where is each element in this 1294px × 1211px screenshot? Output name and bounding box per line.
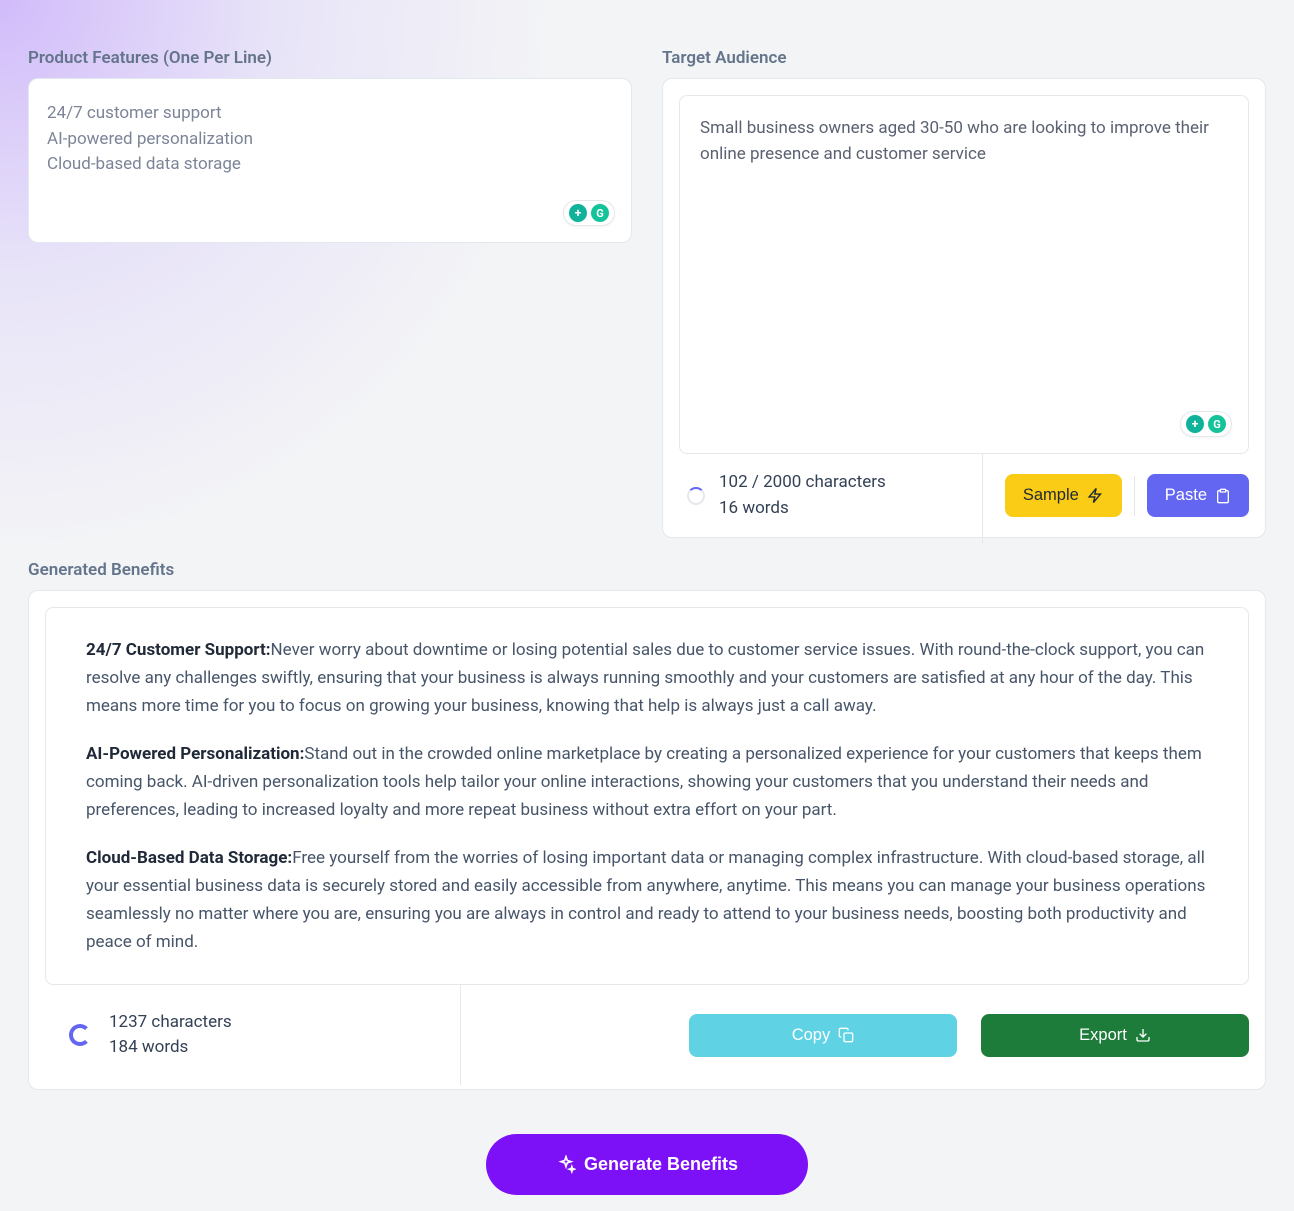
spinner-icon bbox=[687, 487, 705, 505]
grammarly-plus-icon bbox=[569, 204, 587, 222]
copy-icon bbox=[838, 1027, 854, 1043]
audience-char-count: 102 / 2000 characters bbox=[719, 470, 886, 496]
paste-button[interactable]: Paste bbox=[1147, 474, 1249, 517]
generated-content: 24/7 Customer Support:Never worry about … bbox=[45, 607, 1249, 985]
progress-ring-icon bbox=[69, 1024, 91, 1046]
generated-item: Cloud-Based Data Storage:Free yourself f… bbox=[86, 844, 1208, 956]
sparkle-icon bbox=[556, 1155, 576, 1175]
grammarly-widget[interactable] bbox=[1180, 411, 1232, 437]
generated-panel: 24/7 Customer Support:Never worry about … bbox=[28, 590, 1266, 1090]
audience-label: Target Audience bbox=[662, 48, 1266, 68]
export-label: Export bbox=[1079, 1026, 1127, 1045]
audience-word-count: 16 words bbox=[719, 496, 886, 522]
paste-label: Paste bbox=[1165, 486, 1207, 505]
grammarly-icon bbox=[1208, 415, 1226, 433]
generate-benefits-button[interactable]: Generate Benefits bbox=[486, 1134, 808, 1195]
sample-label: Sample bbox=[1023, 486, 1079, 505]
generated-item: 24/7 Customer Support:Never worry about … bbox=[86, 636, 1208, 720]
generated-item: AI-Powered Personalization:Stand out in … bbox=[86, 740, 1208, 824]
generated-word-count: 184 words bbox=[109, 1035, 232, 1061]
audience-input[interactable]: Small business owners aged 30-50 who are… bbox=[679, 95, 1249, 454]
copy-label: Copy bbox=[792, 1026, 831, 1045]
generated-label: Generated Benefits bbox=[28, 560, 1266, 580]
clipboard-icon bbox=[1215, 488, 1231, 504]
grammarly-widget[interactable] bbox=[563, 200, 615, 226]
bolt-icon bbox=[1087, 487, 1104, 504]
features-text: 24/7 customer support AI-powered persona… bbox=[47, 101, 613, 178]
features-panel[interactable]: 24/7 customer support AI-powered persona… bbox=[28, 78, 632, 243]
grammarly-icon bbox=[591, 204, 609, 222]
download-icon bbox=[1135, 1027, 1151, 1043]
audience-text: Small business owners aged 30-50 who are… bbox=[700, 116, 1228, 167]
grammarly-plus-icon bbox=[1186, 415, 1204, 433]
export-button[interactable]: Export bbox=[981, 1014, 1249, 1057]
generated-char-count: 1237 characters bbox=[109, 1010, 232, 1036]
copy-button[interactable]: Copy bbox=[689, 1014, 957, 1057]
features-label: Product Features (One Per Line) bbox=[28, 48, 632, 68]
sample-button[interactable]: Sample bbox=[1005, 474, 1122, 517]
generate-label: Generate Benefits bbox=[584, 1154, 738, 1175]
audience-panel: Small business owners aged 30-50 who are… bbox=[662, 78, 1266, 538]
